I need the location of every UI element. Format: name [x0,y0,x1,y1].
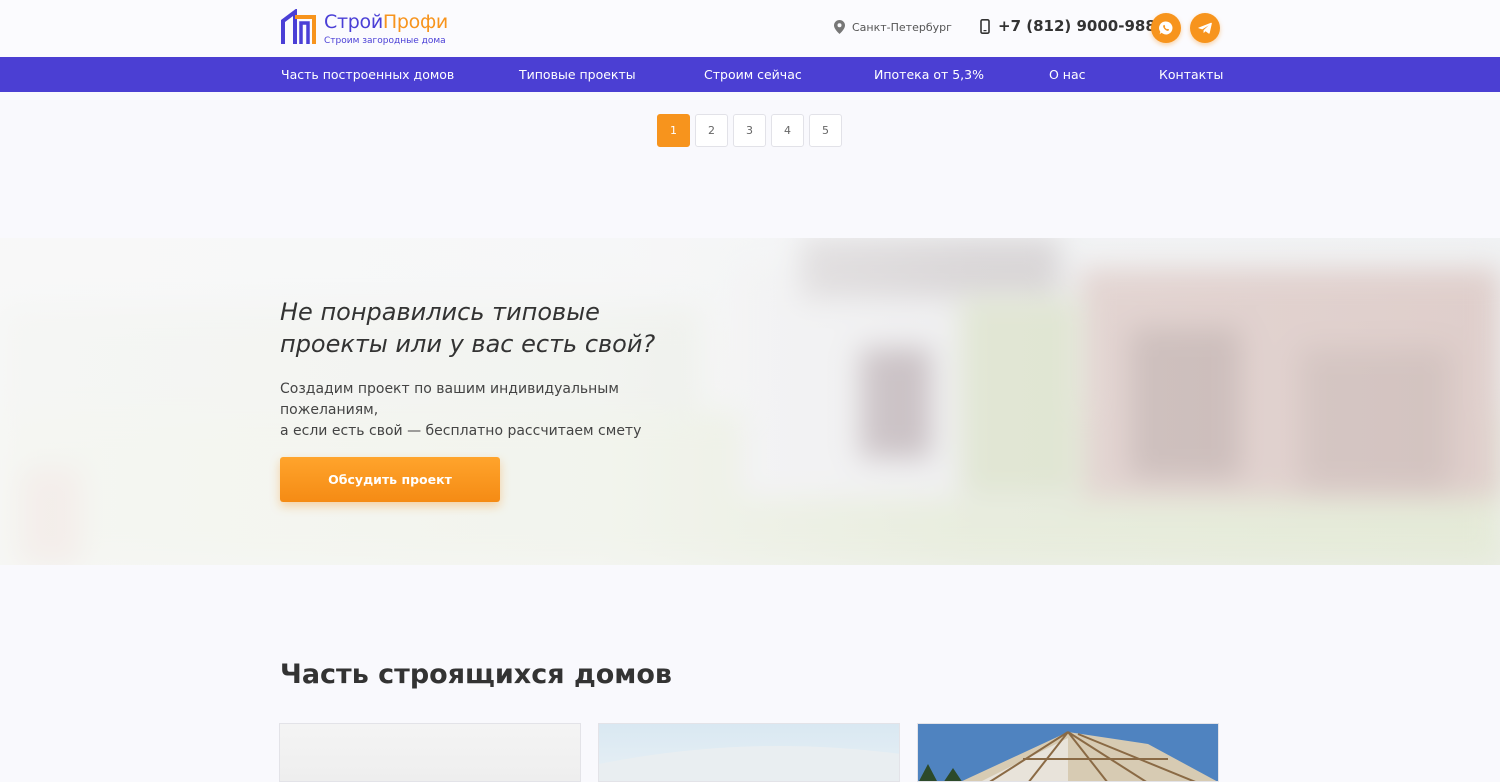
telegram-icon [1198,22,1212,34]
custom-project-banner: Не понравились типовые проекты или у вас… [0,238,1500,565]
banner-overlay [0,238,1500,565]
house-card-1[interactable] [279,723,581,782]
site-header: СтройПрофи Строим загородные дома Санкт-… [0,0,1500,57]
banner-description: Создадим проект по вашим индивидуальным … [280,381,642,439]
logo[interactable]: СтройПрофи Строим загородные дома [281,9,461,49]
whatsapp-button[interactable] [1151,13,1181,43]
whatsapp-icon [1159,21,1173,35]
logo-name: СтройПрофи [324,11,448,33]
page-button-3[interactable]: 3 [733,114,766,147]
discuss-project-button[interactable]: Обсудить проект [280,457,500,502]
nav-item-mortgage[interactable]: Ипотека от 5,3% [874,67,984,82]
banner-title: Не понравились типовые проекты или у вас… [280,298,656,358]
city-label: Санкт-Петербург [852,20,952,34]
nav-item-contacts[interactable]: Контакты [1159,67,1223,82]
nav-item-about[interactable]: О нас [1049,67,1086,82]
page-button-2[interactable]: 2 [695,114,728,147]
pagination: 1 2 3 4 5 [657,114,842,147]
house-card-3[interactable] [917,723,1219,782]
page-button-4[interactable]: 4 [771,114,804,147]
location-pin-icon [834,20,845,34]
page-button-1[interactable]: 1 [657,114,690,147]
main-nav: Часть построенных домов Типовые проекты … [0,57,1500,92]
house-photo-3 [918,724,1218,781]
nav-item-building-now[interactable]: Строим сейчас [704,67,802,82]
nav-item-built-houses[interactable]: Часть построенных домов [281,67,454,82]
telegram-button[interactable] [1190,13,1220,43]
section-title: Часть строящихся домов [280,659,673,690]
page-button-5[interactable]: 5 [809,114,842,147]
mobile-phone-icon [980,18,990,34]
logo-house-icon [281,9,316,44]
city-selector[interactable]: Санкт-Петербург [834,20,952,34]
logo-tagline: Строим загородные дома [324,36,446,46]
house-card-2[interactable] [598,723,900,782]
house-photo-2 [599,746,899,781]
phone-link[interactable]: +7 (812) 9000-988 [980,17,1156,35]
phone-number: +7 (812) 9000-988 [998,17,1156,35]
nav-item-typical-projects[interactable]: Типовые проекты [519,67,636,82]
